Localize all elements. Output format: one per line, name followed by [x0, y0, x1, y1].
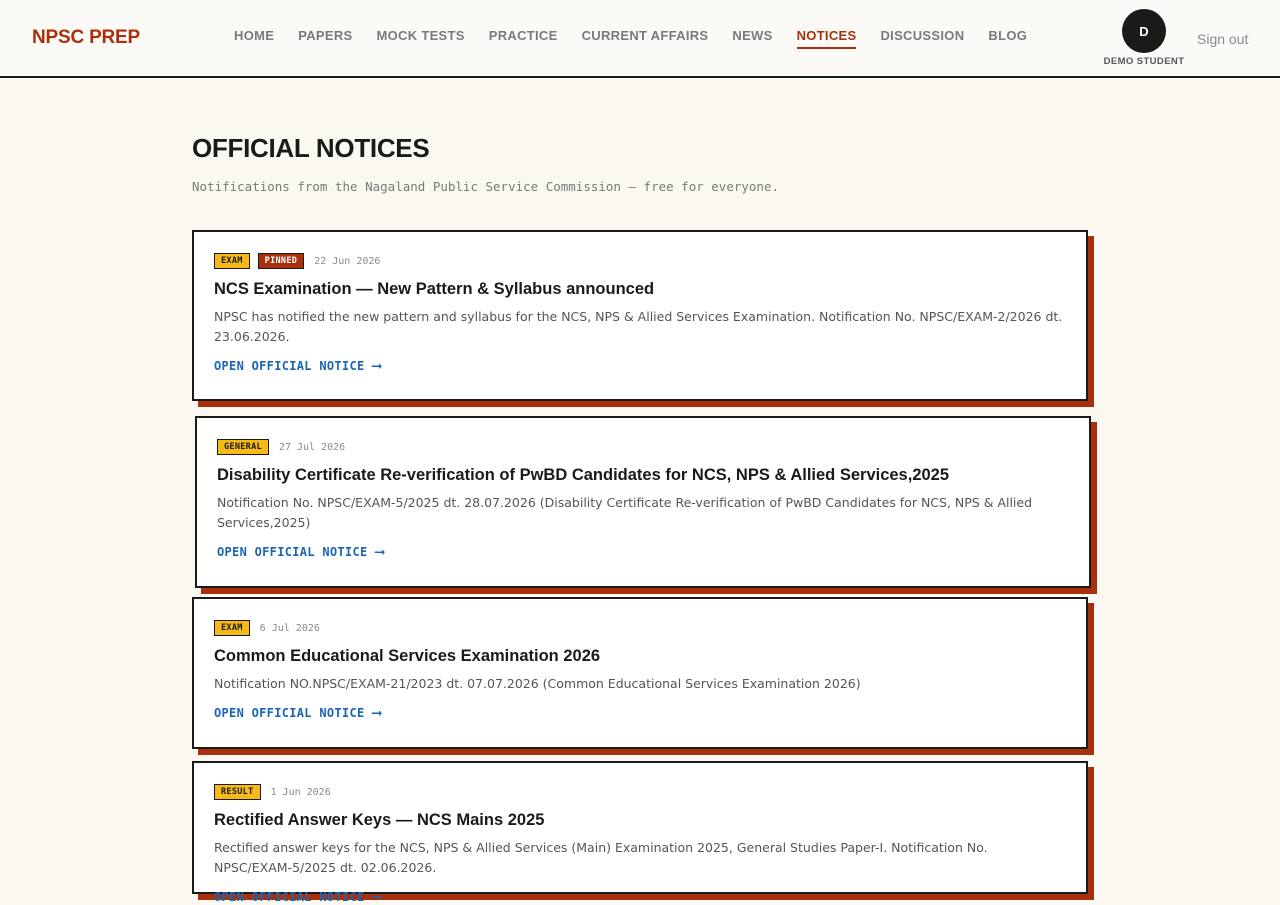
notice-description: Notification No. NPSC/EXAM-5/2025 dt. 28…	[217, 495, 1033, 530]
pinned-badge: PINNED	[257, 252, 305, 270]
category-badge: EXAM	[214, 252, 250, 270]
arrow-right-icon: ⟶	[372, 705, 382, 721]
notice-description: Notification NO.NPSC/EXAM-21/2023 dt. 07…	[214, 676, 861, 691]
notice-date: 27 Jul 2026	[278, 441, 346, 453]
link-label: OPEN OFFICIAL NOTICE	[214, 890, 365, 904]
sign-out-link[interactable]: Sign out	[1197, 31, 1248, 47]
nav-news[interactable]: NEWS	[732, 28, 772, 49]
category-badge: GENERAL	[217, 438, 269, 456]
notice-date: 22 Jun 2026	[314, 255, 381, 267]
nav-papers[interactable]: PAPERS	[298, 28, 352, 49]
notice-description: Rectified answer keys for the NCS, NPS &…	[214, 840, 988, 875]
link-label: OPEN OFFICIAL NOTICE	[217, 545, 368, 559]
open-official-notice-link[interactable]: OPEN OFFICIAL NOTICE ⟶	[214, 705, 381, 721]
link-label: OPEN OFFICIAL NOTICE	[214, 359, 365, 373]
nav-home[interactable]: HOME	[234, 28, 274, 49]
notice-meta: EXAM PINNED 22 Jun 2026	[214, 252, 1066, 270]
open-official-notice-link[interactable]: OPEN OFFICIAL NOTICE ⟶	[217, 544, 384, 560]
page-subtitle: Notifications from the Nagaland Public S…	[192, 179, 779, 194]
notice-description: NPSC has notified the new pattern and sy…	[214, 309, 1063, 344]
site-logo[interactable]: NPSC PREP	[32, 27, 140, 49]
page-title: OFFICIAL NOTICES	[192, 133, 430, 163]
notice-title: Disability Certificate Re-verification o…	[217, 466, 950, 484]
nav-discussion[interactable]: DISCUSSION	[880, 28, 964, 49]
nav-current-affairs[interactable]: CURRENT AFFAIRS	[582, 28, 709, 49]
nav-mock-tests[interactable]: MOCK TESTS	[377, 28, 465, 49]
notice-card: EXAM 6 Jul 2026 Common Educational Servi…	[192, 597, 1094, 755]
notice-card: RESULT 1 Jun 2026 Rectified Answer Keys …	[192, 761, 1094, 905]
notice-card-body: EXAM 6 Jul 2026 Common Educational Servi…	[192, 597, 1088, 749]
open-official-notice-link[interactable]: OPEN OFFICIAL NOTICE ⟶	[214, 358, 381, 374]
top-header: NPSC PREP HOME PAPERS MOCK TESTS PRACTIC…	[0, 0, 1280, 78]
notice-card: GENERAL 27 Jul 2026 Disability Certifica…	[195, 416, 1097, 594]
notice-title: Rectified Answer Keys — NCS Mains 2025	[214, 811, 545, 829]
category-badge: RESULT	[214, 783, 261, 801]
notice-card: EXAM PINNED 22 Jun 2026 NCS Examination …	[192, 230, 1094, 407]
arrow-right-icon: ⟶	[375, 544, 385, 560]
open-official-notice-link[interactable]: OPEN OFFICIAL NOTICE ⟶	[214, 889, 381, 905]
nav-practice[interactable]: PRACTICE	[489, 28, 558, 49]
category-badge: EXAM	[214, 619, 250, 637]
notice-title: Common Educational Services Examination …	[214, 647, 601, 665]
main-nav: HOME PAPERS MOCK TESTS PRACTICE CURRENT …	[222, 28, 1039, 49]
user-name: DEMO STUDENT	[1103, 56, 1185, 67]
link-label: OPEN OFFICIAL NOTICE	[214, 706, 365, 720]
notice-meta: GENERAL 27 Jul 2026	[217, 438, 1069, 456]
arrow-right-icon: ⟶	[372, 889, 382, 905]
notice-date: 6 Jul 2026	[259, 622, 320, 634]
notice-card-body: RESULT 1 Jun 2026 Rectified Answer Keys …	[192, 761, 1088, 905]
notice-card-body: GENERAL 27 Jul 2026 Disability Certifica…	[195, 416, 1091, 588]
notice-card-body: EXAM PINNED 22 Jun 2026 NCS Examination …	[192, 230, 1088, 401]
avatar[interactable]: D	[1122, 9, 1166, 53]
nav-notices[interactable]: NOTICES	[796, 28, 857, 49]
notice-meta: EXAM 6 Jul 2026	[214, 619, 1066, 637]
notice-date: 1 Jun 2026	[270, 786, 331, 798]
nav-blog[interactable]: BLOG	[988, 28, 1027, 49]
arrow-right-icon: ⟶	[372, 358, 382, 374]
notice-title: NCS Examination — New Pattern & Syllabus…	[214, 280, 655, 298]
notice-meta: RESULT 1 Jun 2026	[214, 783, 1066, 801]
